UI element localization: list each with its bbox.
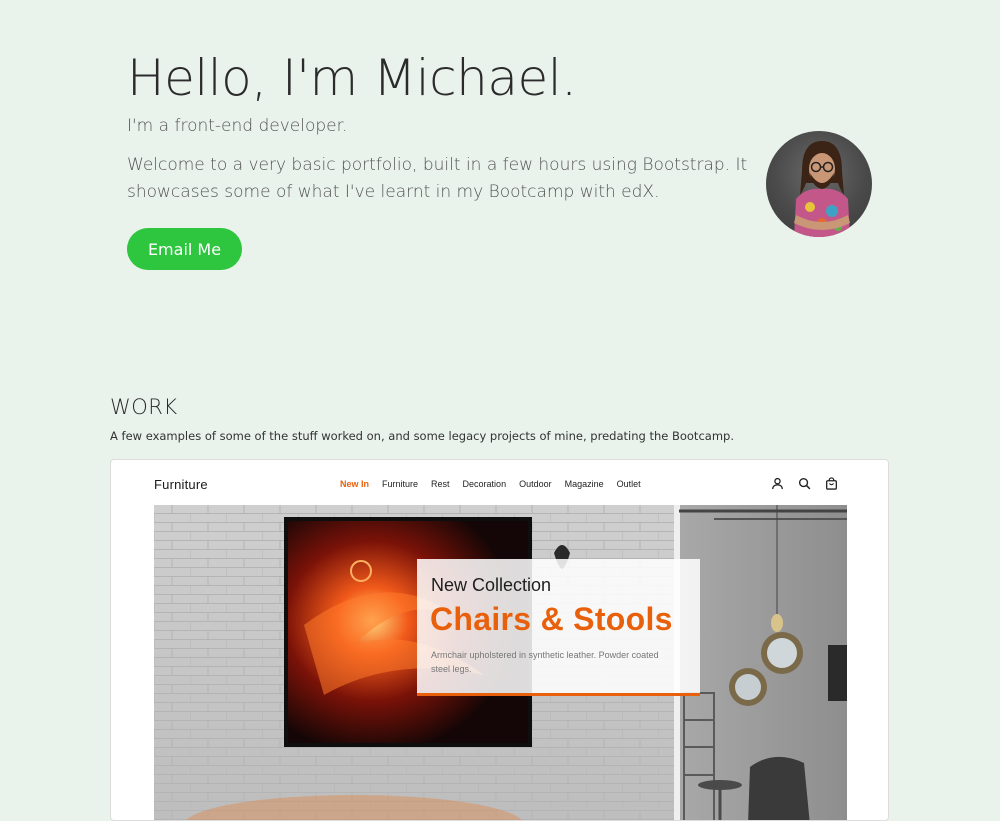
profile-avatar — [766, 131, 872, 237]
hero-title: Hello, I'm Michael. — [127, 49, 577, 107]
profile-photo-illustration — [794, 141, 850, 237]
collection-description: Armchair upholstered in synthetic leathe… — [431, 650, 659, 674]
email-me-button[interactable]: Email Me — [127, 228, 242, 270]
project-hero-banner: New Collection Chairs & Stools Armchair … — [154, 505, 847, 820]
work-heading: WORK — [110, 395, 178, 419]
collection-title: Chairs & Stools — [430, 601, 673, 637]
hero-subtitle: I'm a front-end developer. — [127, 116, 348, 136]
cart-icon[interactable] — [825, 477, 838, 490]
search-icon[interactable] — [798, 477, 811, 490]
project-nav-item-furniture[interactable]: Furniture — [382, 479, 418, 489]
project-nav-item-new-in[interactable]: New In — [340, 479, 369, 489]
user-icon[interactable] — [771, 477, 784, 490]
project-nav-item-outlet[interactable]: Outlet — [617, 479, 641, 489]
collection-subtitle: New Collection — [431, 575, 552, 595]
project-brand: Furniture — [154, 477, 208, 492]
project-nav: New In Furniture Rest Decoration Outdoor… — [340, 479, 654, 489]
project-header-icons — [771, 477, 838, 490]
project-nav-item-decoration[interactable]: Decoration — [463, 479, 507, 489]
project-nav-item-magazine[interactable]: Magazine — [565, 479, 604, 489]
collection-overlay: New Collection Chairs & Stools Armchair … — [417, 559, 700, 696]
work-description: A few examples of some of the stuff work… — [110, 429, 734, 443]
project-nav-item-outdoor[interactable]: Outdoor — [519, 479, 552, 489]
hero-intro: Welcome to a very basic portfolio, built… — [127, 155, 748, 202]
project-nav-item-rest[interactable]: Rest — [431, 479, 450, 489]
project-card-furniture[interactable]: Furniture New In Furniture Rest Decorati… — [110, 459, 889, 821]
